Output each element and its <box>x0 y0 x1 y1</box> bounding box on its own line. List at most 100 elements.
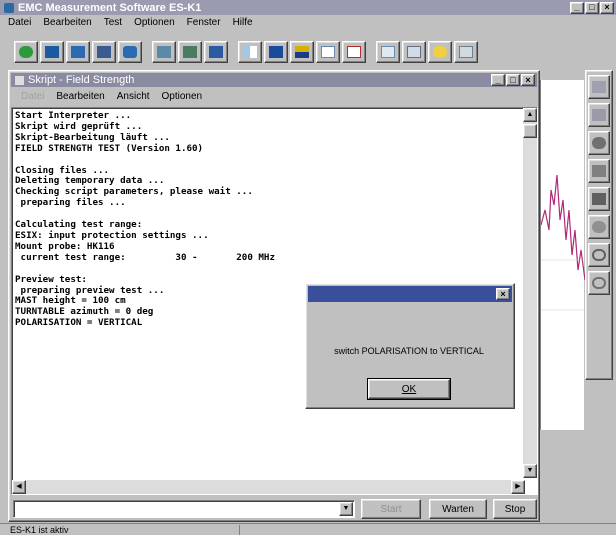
probe-icon <box>183 46 197 58</box>
spectrum-button[interactable] <box>264 41 288 63</box>
scroll-down-button[interactable]: ▼ <box>523 464 537 478</box>
log-line: POLARISATION = VERTICAL <box>15 317 143 329</box>
data-icon <box>592 81 606 93</box>
dish-button[interactable] <box>588 131 610 155</box>
open-file-icon <box>45 46 59 58</box>
ok-button[interactable]: OK <box>367 378 451 400</box>
maximize-button[interactable]: □ <box>585 1 599 14</box>
log-line: preparing files ... <box>15 197 126 209</box>
report-icon <box>407 46 421 58</box>
log-line: Preview test: <box>15 273 87 285</box>
dialog-close-button[interactable]: × <box>496 288 510 300</box>
curve-button[interactable] <box>342 41 366 63</box>
layout-button[interactable] <box>376 41 400 63</box>
layout-icon <box>381 46 395 58</box>
script-maximize-button[interactable]: □ <box>506 74 520 86</box>
reset-button[interactable] <box>588 271 610 295</box>
save-icon <box>71 46 85 58</box>
ok-label: OK <box>401 383 417 395</box>
vertical-scrollbar[interactable]: ▲ ▼ <box>523 108 537 478</box>
script-window-icon <box>15 75 24 85</box>
script-log: Start Interpreter ... Skript wird geprüft… <box>15 110 275 329</box>
graph-button[interactable] <box>290 41 314 63</box>
menu-test[interactable]: Test <box>104 17 122 29</box>
script-window-title-bar: Skript - Field Strength _ □ × <box>11 73 537 87</box>
menu-datei[interactable]: Datei <box>8 17 31 29</box>
script-menu-bar: Datei Bearbeiten Ansicht Optionen <box>21 91 214 102</box>
scroll-left-button[interactable]: ◀ <box>12 480 26 494</box>
monitor-button[interactable] <box>204 41 228 63</box>
scroll-thumb[interactable] <box>523 124 537 138</box>
new-test-icon <box>19 46 33 58</box>
combobox-dropdown-button[interactable]: ▼ <box>339 502 353 516</box>
stop-button[interactable]: Stop <box>493 499 537 519</box>
antenna-icon <box>592 165 606 177</box>
script-menu-optionen[interactable]: Optionen <box>162 91 203 102</box>
new-test-button[interactable] <box>14 41 38 63</box>
app-icon <box>4 2 14 13</box>
log-line: FIELD STRENGTH TEST (Version 1.60) <box>15 142 204 154</box>
minimize-button[interactable]: _ <box>570 1 584 14</box>
main-toolbar <box>14 41 478 65</box>
table-icon <box>321 46 335 58</box>
command-combobox[interactable]: ▼ <box>13 500 355 518</box>
script-menu-bearbeiten[interactable]: Bearbeiten <box>56 91 104 102</box>
list-button[interactable] <box>588 103 610 127</box>
script-menu-datei[interactable]: Datei <box>21 91 44 102</box>
dish-icon <box>592 137 606 149</box>
spectrum-icon <box>269 46 283 58</box>
menu-fenster[interactable]: Fenster <box>187 17 221 29</box>
run-button[interactable] <box>118 41 142 63</box>
script-menu-ansicht[interactable]: Ansicht <box>117 91 150 102</box>
bar-chart-button[interactable] <box>238 41 262 63</box>
app-title: EMC Measurement Software ES-K1 <box>18 1 202 14</box>
polarisation-dialog: × switch POLARISATION to VERTICAL OK <box>305 283 515 409</box>
curve-icon <box>347 46 361 58</box>
horizontal-scrollbar[interactable]: ◀ ▶ <box>12 480 525 494</box>
menu-hilfe[interactable]: Hilfe <box>233 17 253 29</box>
main-menu-bar: Datei Bearbeiten Test Optionen Fenster H… <box>8 17 265 29</box>
turntable-button[interactable] <box>588 215 610 239</box>
wait-button[interactable]: Warten <box>429 499 487 519</box>
list-icon <box>592 109 606 121</box>
probe-button[interactable] <box>178 41 202 63</box>
info-button[interactable] <box>454 41 478 63</box>
right-toolbar <box>585 70 613 380</box>
script-close-button[interactable]: × <box>521 74 535 86</box>
start-button[interactable]: Start <box>361 499 421 519</box>
close-button[interactable]: × <box>600 1 614 14</box>
status-bar: ES-K1 ist aktiv <box>0 523 616 535</box>
target-button[interactable] <box>588 243 610 267</box>
report-button[interactable] <box>402 41 426 63</box>
help-button[interactable] <box>428 41 452 63</box>
turntable-icon <box>592 221 606 233</box>
antenna-button[interactable] <box>588 159 610 183</box>
script-minimize-button[interactable]: _ <box>491 74 505 86</box>
scroll-up-button[interactable]: ▲ <box>523 108 537 122</box>
copy-icon <box>157 46 171 58</box>
script-window-title: Skript - Field Strength <box>28 74 135 86</box>
tower-icon <box>592 193 606 205</box>
scroll-right-button[interactable]: ▶ <box>511 480 525 494</box>
open-file-button[interactable] <box>40 41 64 63</box>
bar-chart-icon <box>243 46 257 58</box>
target-icon <box>592 249 606 261</box>
copy-button[interactable] <box>152 41 176 63</box>
table-button[interactable] <box>316 41 340 63</box>
spectrum-trace <box>540 174 586 311</box>
print-button[interactable] <box>92 41 116 63</box>
menu-optionen[interactable]: Optionen <box>134 17 175 29</box>
menu-bearbeiten[interactable]: Bearbeiten <box>43 17 91 29</box>
reset-icon <box>592 277 606 289</box>
tower-button[interactable] <box>588 187 610 211</box>
print-icon <box>97 46 111 58</box>
monitor-icon <box>209 46 223 58</box>
status-text: ES-K1 ist aktiv <box>0 524 240 535</box>
dialog-title-bar: × <box>308 286 512 302</box>
graph-icon <box>295 46 309 58</box>
save-button[interactable] <box>66 41 90 63</box>
help-icon <box>433 46 447 58</box>
data-button[interactable] <box>588 75 610 99</box>
